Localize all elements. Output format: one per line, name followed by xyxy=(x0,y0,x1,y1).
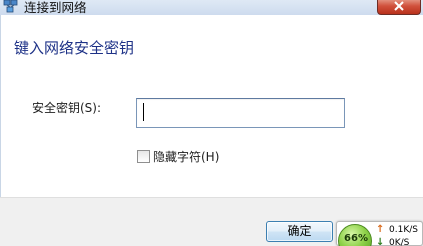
hide-characters-label[interactable]: 隐藏字符(H) xyxy=(153,148,219,165)
text-caret xyxy=(143,103,144,121)
download-arrow-icon: ↓ xyxy=(376,237,385,246)
download-speed: 0K/S xyxy=(389,238,410,246)
hide-characters-checkbox[interactable] xyxy=(137,150,150,163)
dialog-heading: 键入网络安全密钥 xyxy=(14,39,135,57)
window-title: 连接到网络 xyxy=(24,0,87,15)
ok-button[interactable]: 确定 xyxy=(266,221,333,242)
upload-arrow-icon: ↑ xyxy=(376,224,385,235)
network-usage-ball[interactable]: 66% xyxy=(338,224,372,246)
close-button[interactable] xyxy=(377,0,421,15)
network-icon xyxy=(3,0,18,13)
usage-percent: 66% xyxy=(344,233,368,244)
upload-speed: 0.1K/S xyxy=(389,225,418,235)
security-key-input[interactable] xyxy=(136,98,345,128)
close-icon xyxy=(393,0,405,11)
security-key-label: 安全密钥(S): xyxy=(32,101,102,115)
network-monitor-widget[interactable]: 66% ↑ 0.1K/S ↓ 0K/S xyxy=(336,221,423,246)
title-bar: 连接到网络 xyxy=(0,0,423,15)
